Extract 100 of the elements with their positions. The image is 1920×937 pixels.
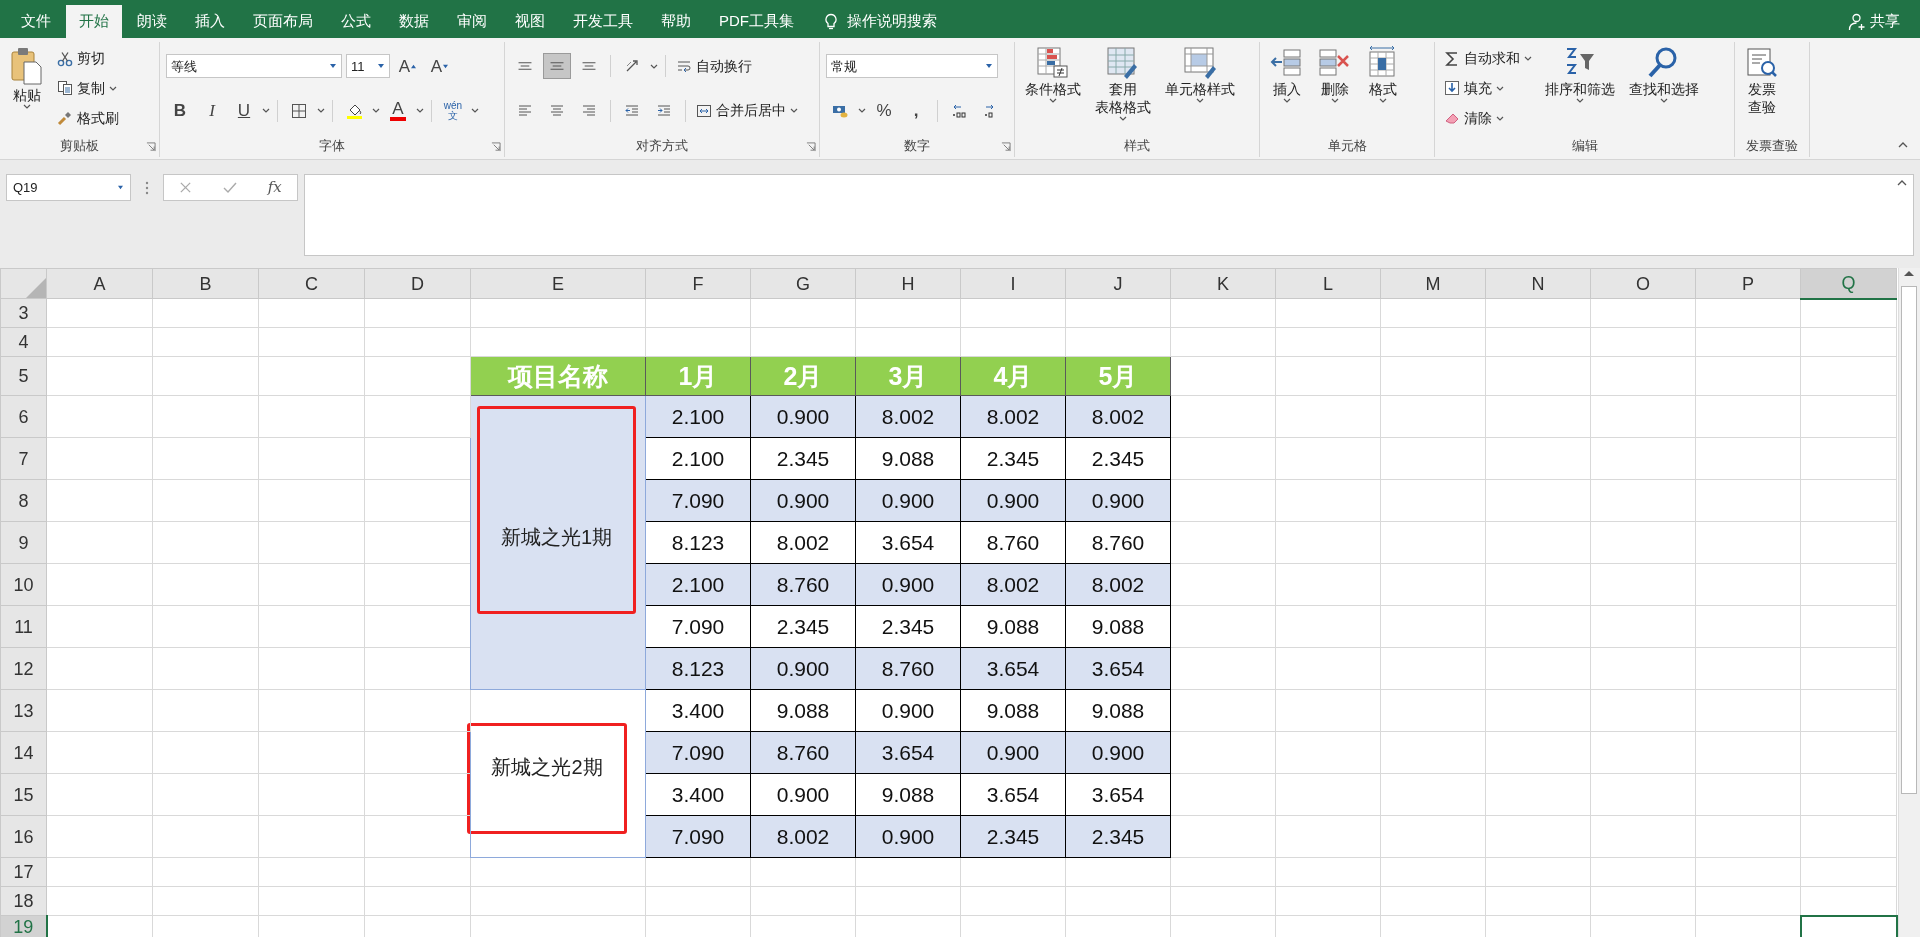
column-header[interactable]: E	[470, 268, 646, 299]
column-header[interactable]: H	[855, 268, 961, 299]
ribbon-tab[interactable]: 开发工具	[560, 5, 646, 38]
launcher-icon[interactable]	[491, 141, 501, 152]
bold-button[interactable]: B	[166, 97, 194, 124]
row-header[interactable]: 16	[0, 815, 47, 858]
autosum-button[interactable]: 自动求和	[1441, 45, 1535, 72]
phonetic-button[interactable]: wén 文	[439, 97, 467, 124]
shrink-font-button[interactable]: A	[426, 53, 454, 80]
row-header[interactable]: 17	[0, 857, 47, 887]
table-cell: 0.900	[750, 479, 856, 522]
table-cell: 2.345	[1065, 815, 1171, 858]
fill-button[interactable]: 填充	[1441, 75, 1535, 102]
row-header[interactable]: 10	[0, 563, 47, 606]
active-cell[interactable]	[1800, 915, 1897, 937]
row-header[interactable]: 5	[0, 356, 47, 396]
row-header[interactable]: 8	[0, 479, 47, 522]
project-name: 新城之光1期	[500, 527, 613, 547]
launcher-icon[interactable]	[146, 141, 156, 152]
ribbon-tab[interactable]: 审阅	[444, 5, 500, 38]
tell-me-search[interactable]: 操作说明搜索	[847, 10, 937, 33]
row-header[interactable]: 12	[0, 647, 47, 690]
column-header[interactable]: A	[46, 268, 153, 299]
table-cell: 2.345	[1065, 437, 1171, 480]
launcher-icon[interactable]	[1001, 141, 1011, 152]
bar-grid-icon	[1036, 46, 1070, 80]
row-header[interactable]: 13	[0, 689, 47, 732]
invoice-check-button[interactable]: 发票 查验	[1741, 44, 1783, 133]
column-header[interactable]: I	[960, 268, 1066, 299]
row-header[interactable]: 7	[0, 437, 47, 480]
insert-function-button[interactable]: fx	[267, 176, 282, 199]
column-header[interactable]: G	[750, 268, 856, 299]
ribbon-tab[interactable]: 开始	[66, 5, 122, 38]
row-header[interactable]: 6	[0, 395, 47, 438]
caret-icon	[1283, 98, 1291, 104]
table-cell: 0.900	[855, 563, 961, 606]
cell-styles-button[interactable]: 单元格样式	[1161, 44, 1239, 133]
scroll-thumb[interactable]	[1901, 286, 1918, 794]
number-format-field[interactable]: 常规	[826, 54, 998, 79]
ribbon-tab[interactable]: 帮助	[648, 5, 704, 38]
clear-button[interactable]: 清除	[1441, 105, 1535, 132]
font-name-field[interactable]: 等线	[166, 54, 342, 79]
ribbon-tab[interactable]: 数据	[386, 5, 442, 38]
delete-button[interactable]: 删除	[1314, 44, 1356, 133]
font-size-field[interactable]: 11	[346, 54, 390, 79]
ribbon-tab[interactable]: 文件	[8, 5, 64, 38]
ribbon-tab[interactable]: 视图	[502, 5, 558, 38]
column-header[interactable]: C	[258, 268, 365, 299]
copy-button[interactable]: 复制	[54, 75, 122, 102]
format-button[interactable]: 格式	[1362, 44, 1404, 133]
column-header[interactable]: O	[1590, 268, 1696, 299]
font-color-button[interactable]: A	[384, 97, 412, 124]
column-header[interactable]: F	[645, 268, 751, 299]
row-header[interactable]: 11	[0, 605, 47, 648]
paste-button[interactable]: 粘贴	[6, 44, 48, 133]
row-header[interactable]: 14	[0, 731, 47, 774]
ribbon-tab[interactable]: PDF工具集	[706, 5, 807, 38]
share-button[interactable]: 共享	[1842, 5, 1906, 38]
column-header[interactable]: B	[152, 268, 259, 299]
italic-button[interactable]: I	[198, 97, 226, 124]
insert-button[interactable]: 插入	[1266, 44, 1308, 133]
column-header[interactable]: J	[1065, 268, 1171, 299]
collapse-icon[interactable]	[1898, 141, 1908, 149]
row-header[interactable]: 3	[0, 298, 47, 328]
comma-button[interactable]: ,	[902, 97, 930, 124]
column-header[interactable]: P	[1695, 268, 1801, 299]
middle-align-button[interactable]	[543, 53, 571, 80]
wrap-text-button[interactable]: 自动换行	[673, 53, 755, 80]
formula-input[interactable]	[304, 174, 1914, 256]
merge-center-button[interactable]: 合并后居中	[693, 97, 801, 124]
format-painter-button[interactable]: 格式刷	[54, 105, 122, 132]
grow-font-button[interactable]: A	[394, 53, 422, 80]
row-header[interactable]: 9	[0, 521, 47, 564]
row-header[interactable]: 4	[0, 327, 47, 357]
format-as-table-button[interactable]: 套用 表格格式	[1091, 44, 1155, 133]
row-header[interactable]: 15	[0, 773, 47, 816]
column-header[interactable]: N	[1485, 268, 1591, 299]
row-header[interactable]: 19	[0, 915, 47, 937]
ribbon-tab[interactable]: 朗读	[124, 5, 180, 38]
launcher-icon[interactable]	[806, 141, 816, 152]
percent-button[interactable]: %	[870, 97, 898, 124]
column-header[interactable]: K	[1170, 268, 1276, 299]
table-cell: 2.345	[750, 437, 856, 480]
ribbon-tab[interactable]: 公式	[328, 5, 384, 38]
row-header[interactable]: 18	[0, 886, 47, 916]
ribbon-tab[interactable]: 页面布局	[240, 5, 326, 38]
ribbon-tab[interactable]: 插入	[182, 5, 238, 38]
indent-icon	[656, 102, 672, 119]
cut-button[interactable]: 剪切	[54, 45, 122, 72]
conditional-format-button[interactable]: 条件格式	[1021, 44, 1085, 133]
caret-icon	[23, 104, 31, 110]
column-header[interactable]: L	[1275, 268, 1381, 299]
column-header[interactable]: D	[364, 268, 471, 299]
underline-button[interactable]: U	[230, 97, 258, 124]
find-select-button[interactable]: 查找和选择	[1625, 44, 1703, 133]
column-header[interactable]: Q	[1800, 268, 1897, 299]
column-header[interactable]: M	[1380, 268, 1486, 299]
name-box[interactable]: Q19	[6, 174, 131, 201]
vertical-scrollbar[interactable]	[1897, 268, 1920, 937]
sort-filter-button[interactable]: 排序和筛选	[1541, 44, 1619, 133]
